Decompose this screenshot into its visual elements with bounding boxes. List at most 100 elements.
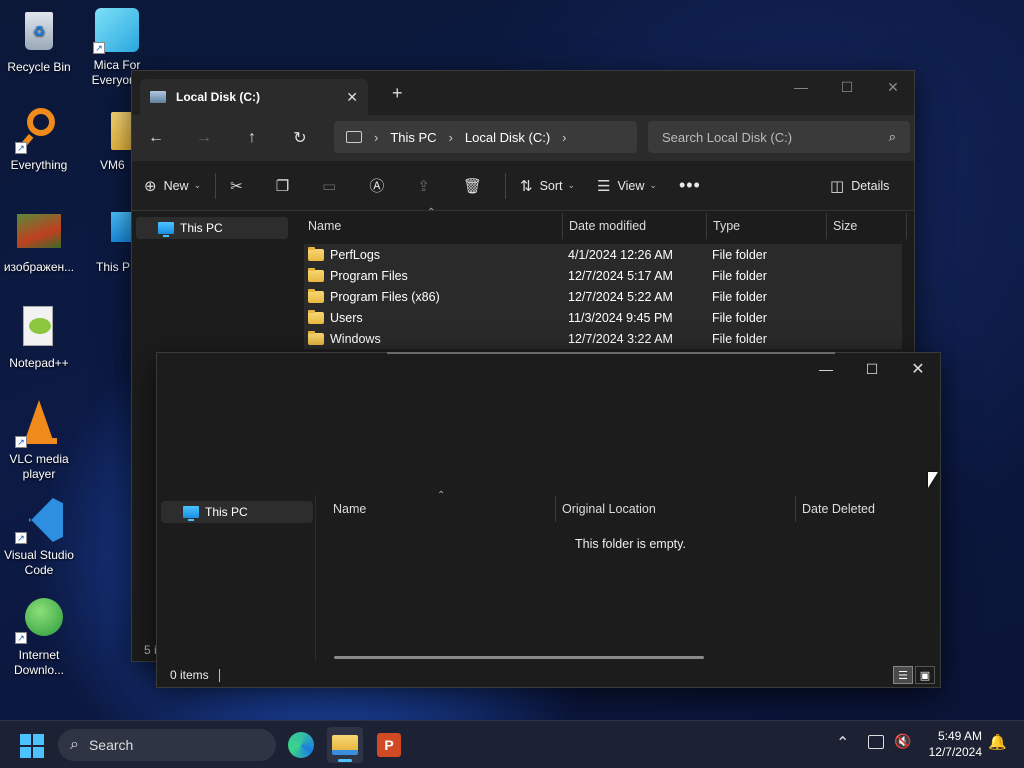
share-icon: ⇪ xyxy=(417,177,430,195)
desktop-icon-everything[interactable]: ↗ Everything xyxy=(0,106,78,173)
this-pc-icon xyxy=(158,222,174,237)
sort-button[interactable]: ⇅ Sort ⌄ xyxy=(520,177,575,195)
delete-button[interactable]: 🗑 xyxy=(463,177,489,195)
breadcrumb-this-pc[interactable]: This PC xyxy=(390,130,436,145)
vscode-icon: ↗ xyxy=(15,496,63,544)
refresh-button[interactable]: ↻ xyxy=(276,128,324,148)
chevron-right-icon: › xyxy=(448,129,453,145)
recycle-bin-window: — ☐ ✕ This PC Name ⌃ Original Location D… xyxy=(156,352,941,688)
new-button[interactable]: ⊕ New ⌄ xyxy=(144,177,201,195)
search-icon: ⌕ xyxy=(888,129,896,144)
view-button[interactable]: ☰ View ⌄ xyxy=(597,177,657,195)
search-box[interactable]: Search Local Disk (C:) ⌕ xyxy=(648,121,910,153)
start-button[interactable] xyxy=(20,734,44,758)
close-button[interactable]: ✕ xyxy=(870,71,916,103)
desktop-icon-idm[interactable]: ↗ Internet Downlo... xyxy=(0,596,78,678)
clock[interactable]: 5:49 AM 12/7/2024 xyxy=(918,728,982,760)
details-button[interactable]: ◫ Details xyxy=(830,177,889,195)
list-item[interactable]: Windows 12/7/2024 3:22 AM File folder xyxy=(304,328,902,349)
breadcrumb-local-disk[interactable]: Local Disk (C:) xyxy=(465,130,550,145)
folder-icon xyxy=(308,309,324,324)
back-button[interactable]: ← xyxy=(132,129,180,147)
desktop-icon-image[interactable]: изображен... xyxy=(0,208,78,275)
column-header-date-modified[interactable]: Date modified xyxy=(563,213,707,239)
up-button[interactable]: ↑ xyxy=(228,129,276,147)
address-bar[interactable]: › This PC › Local Disk (C:) › xyxy=(334,121,637,153)
navigation-bar: ← → ↑ ↻ › This PC › Local Disk (C:) › Se… xyxy=(132,115,914,161)
desktop-icon-notepadpp[interactable]: Notepad++ xyxy=(0,304,78,371)
search-icon: ⌕ xyxy=(70,736,79,753)
nav-item-this-pc[interactable]: This PC xyxy=(161,501,313,523)
edge-taskbar-button[interactable] xyxy=(283,727,319,763)
share-button[interactable]: ⇪ xyxy=(417,177,437,195)
sort-ascending-icon: ⌃ xyxy=(427,207,436,218)
folder-icon xyxy=(308,330,324,345)
notification-bell-icon[interactable]: 🔔 xyxy=(988,733,1007,751)
shortcut-arrow-icon: ↗ xyxy=(93,42,105,54)
internet-download-manager-icon: ↗ xyxy=(15,596,63,644)
nav-item-this-pc[interactable]: This PC xyxy=(136,217,288,239)
trash-icon: 🗑 xyxy=(462,177,482,195)
status-bar: 0 items ☰ ▣ xyxy=(157,663,940,687)
chevron-right-icon[interactable]: › xyxy=(562,130,566,145)
clipboard-icon: ▭ xyxy=(322,177,337,195)
large-icons-view-toggle[interactable]: ▣ xyxy=(915,666,935,684)
file-list: PerfLogs 4/1/2024 12:26 AM File folder P… xyxy=(304,244,902,349)
desktop-icon-vlc[interactable]: ↗ VLC media player xyxy=(0,400,78,482)
copy-icon: ❐ xyxy=(275,177,290,195)
forward-button[interactable]: → xyxy=(180,129,228,147)
column-header-date-deleted[interactable]: Date Deleted xyxy=(796,496,939,522)
folder-icon xyxy=(332,735,358,755)
more-options-button[interactable]: ••• xyxy=(679,175,701,196)
column-header-type[interactable]: Type xyxy=(707,213,827,239)
window-top-edge xyxy=(387,352,835,354)
new-tab-button[interactable]: + xyxy=(392,83,403,104)
close-tab-icon[interactable]: ✕ xyxy=(346,89,358,106)
mica-icon: ↗ xyxy=(93,6,141,54)
list-item[interactable]: Program Files 12/7/2024 5:17 AM File fol… xyxy=(304,265,902,286)
desktop-icon-recycle-bin[interactable]: ♻ Recycle Bin xyxy=(0,8,78,75)
column-header-original-location[interactable]: Original Location xyxy=(556,496,796,522)
rename-button[interactable]: Ⓐ xyxy=(369,175,391,196)
chevron-right-icon: › xyxy=(374,129,379,145)
desktop-icon-vscode[interactable]: ↗ Visual Studio Code xyxy=(0,496,78,578)
maximize-button[interactable]: ☐ xyxy=(824,71,870,103)
recycle-bin-icon: ♻ xyxy=(15,8,63,56)
plus-circle-icon: ⊕ xyxy=(144,177,157,195)
column-headers: Name ⌃ Date modified Type Size xyxy=(302,207,912,239)
view-lines-icon: ☰ xyxy=(597,177,611,195)
paste-button[interactable]: ▭ xyxy=(322,177,343,195)
column-header-size[interactable]: Size xyxy=(827,213,907,239)
divider xyxy=(505,172,506,199)
maximize-button[interactable]: ☐ xyxy=(849,353,895,385)
taskbar-search[interactable]: ⌕ Search xyxy=(58,729,276,761)
shortcut-arrow-icon: ↗ xyxy=(15,632,27,644)
horizontal-scrollbar[interactable] xyxy=(334,656,704,659)
title-bar: Local Disk (C:) ✕ + — ☐ ✕ xyxy=(132,71,914,115)
tab-local-disk[interactable]: Local Disk (C:) ✕ xyxy=(140,79,368,115)
powerpoint-taskbar-button[interactable]: P xyxy=(371,727,407,763)
file-explorer-taskbar-button[interactable] xyxy=(327,727,363,763)
volume-muted-icon[interactable]: 🔇 xyxy=(894,733,911,750)
list-item[interactable]: Program Files (x86) 12/7/2024 5:22 AM Fi… xyxy=(304,286,902,307)
empty-folder-message: This folder is empty. xyxy=(575,537,686,551)
scissors-icon: ✂ xyxy=(230,177,243,195)
minimize-button[interactable]: — xyxy=(778,71,824,103)
list-item[interactable]: PerfLogs 4/1/2024 12:26 AM File folder xyxy=(304,244,902,265)
details-pane-icon: ◫ xyxy=(830,177,845,195)
folder-icon xyxy=(308,288,324,303)
mouse-cursor-icon xyxy=(928,472,938,488)
show-hidden-icons-button[interactable]: ⌃ xyxy=(836,733,849,753)
cut-button[interactable]: ✂ xyxy=(230,177,250,195)
details-view-toggle[interactable]: ☰ xyxy=(893,666,913,684)
rename-icon: Ⓐ xyxy=(369,178,385,195)
shortcut-arrow-icon: ↗ xyxy=(15,142,27,154)
close-button[interactable]: ✕ xyxy=(895,353,941,385)
copy-button[interactable]: ❐ xyxy=(276,177,296,195)
minimize-button[interactable]: — xyxy=(803,353,849,385)
pane-divider xyxy=(315,495,316,661)
network-icon[interactable] xyxy=(868,735,884,749)
column-headers: Name ⌃ Original Location Date Deleted xyxy=(327,490,939,522)
notepadpp-icon xyxy=(15,304,63,352)
list-item[interactable]: Users 11/3/2024 9:45 PM File folder xyxy=(304,307,902,328)
